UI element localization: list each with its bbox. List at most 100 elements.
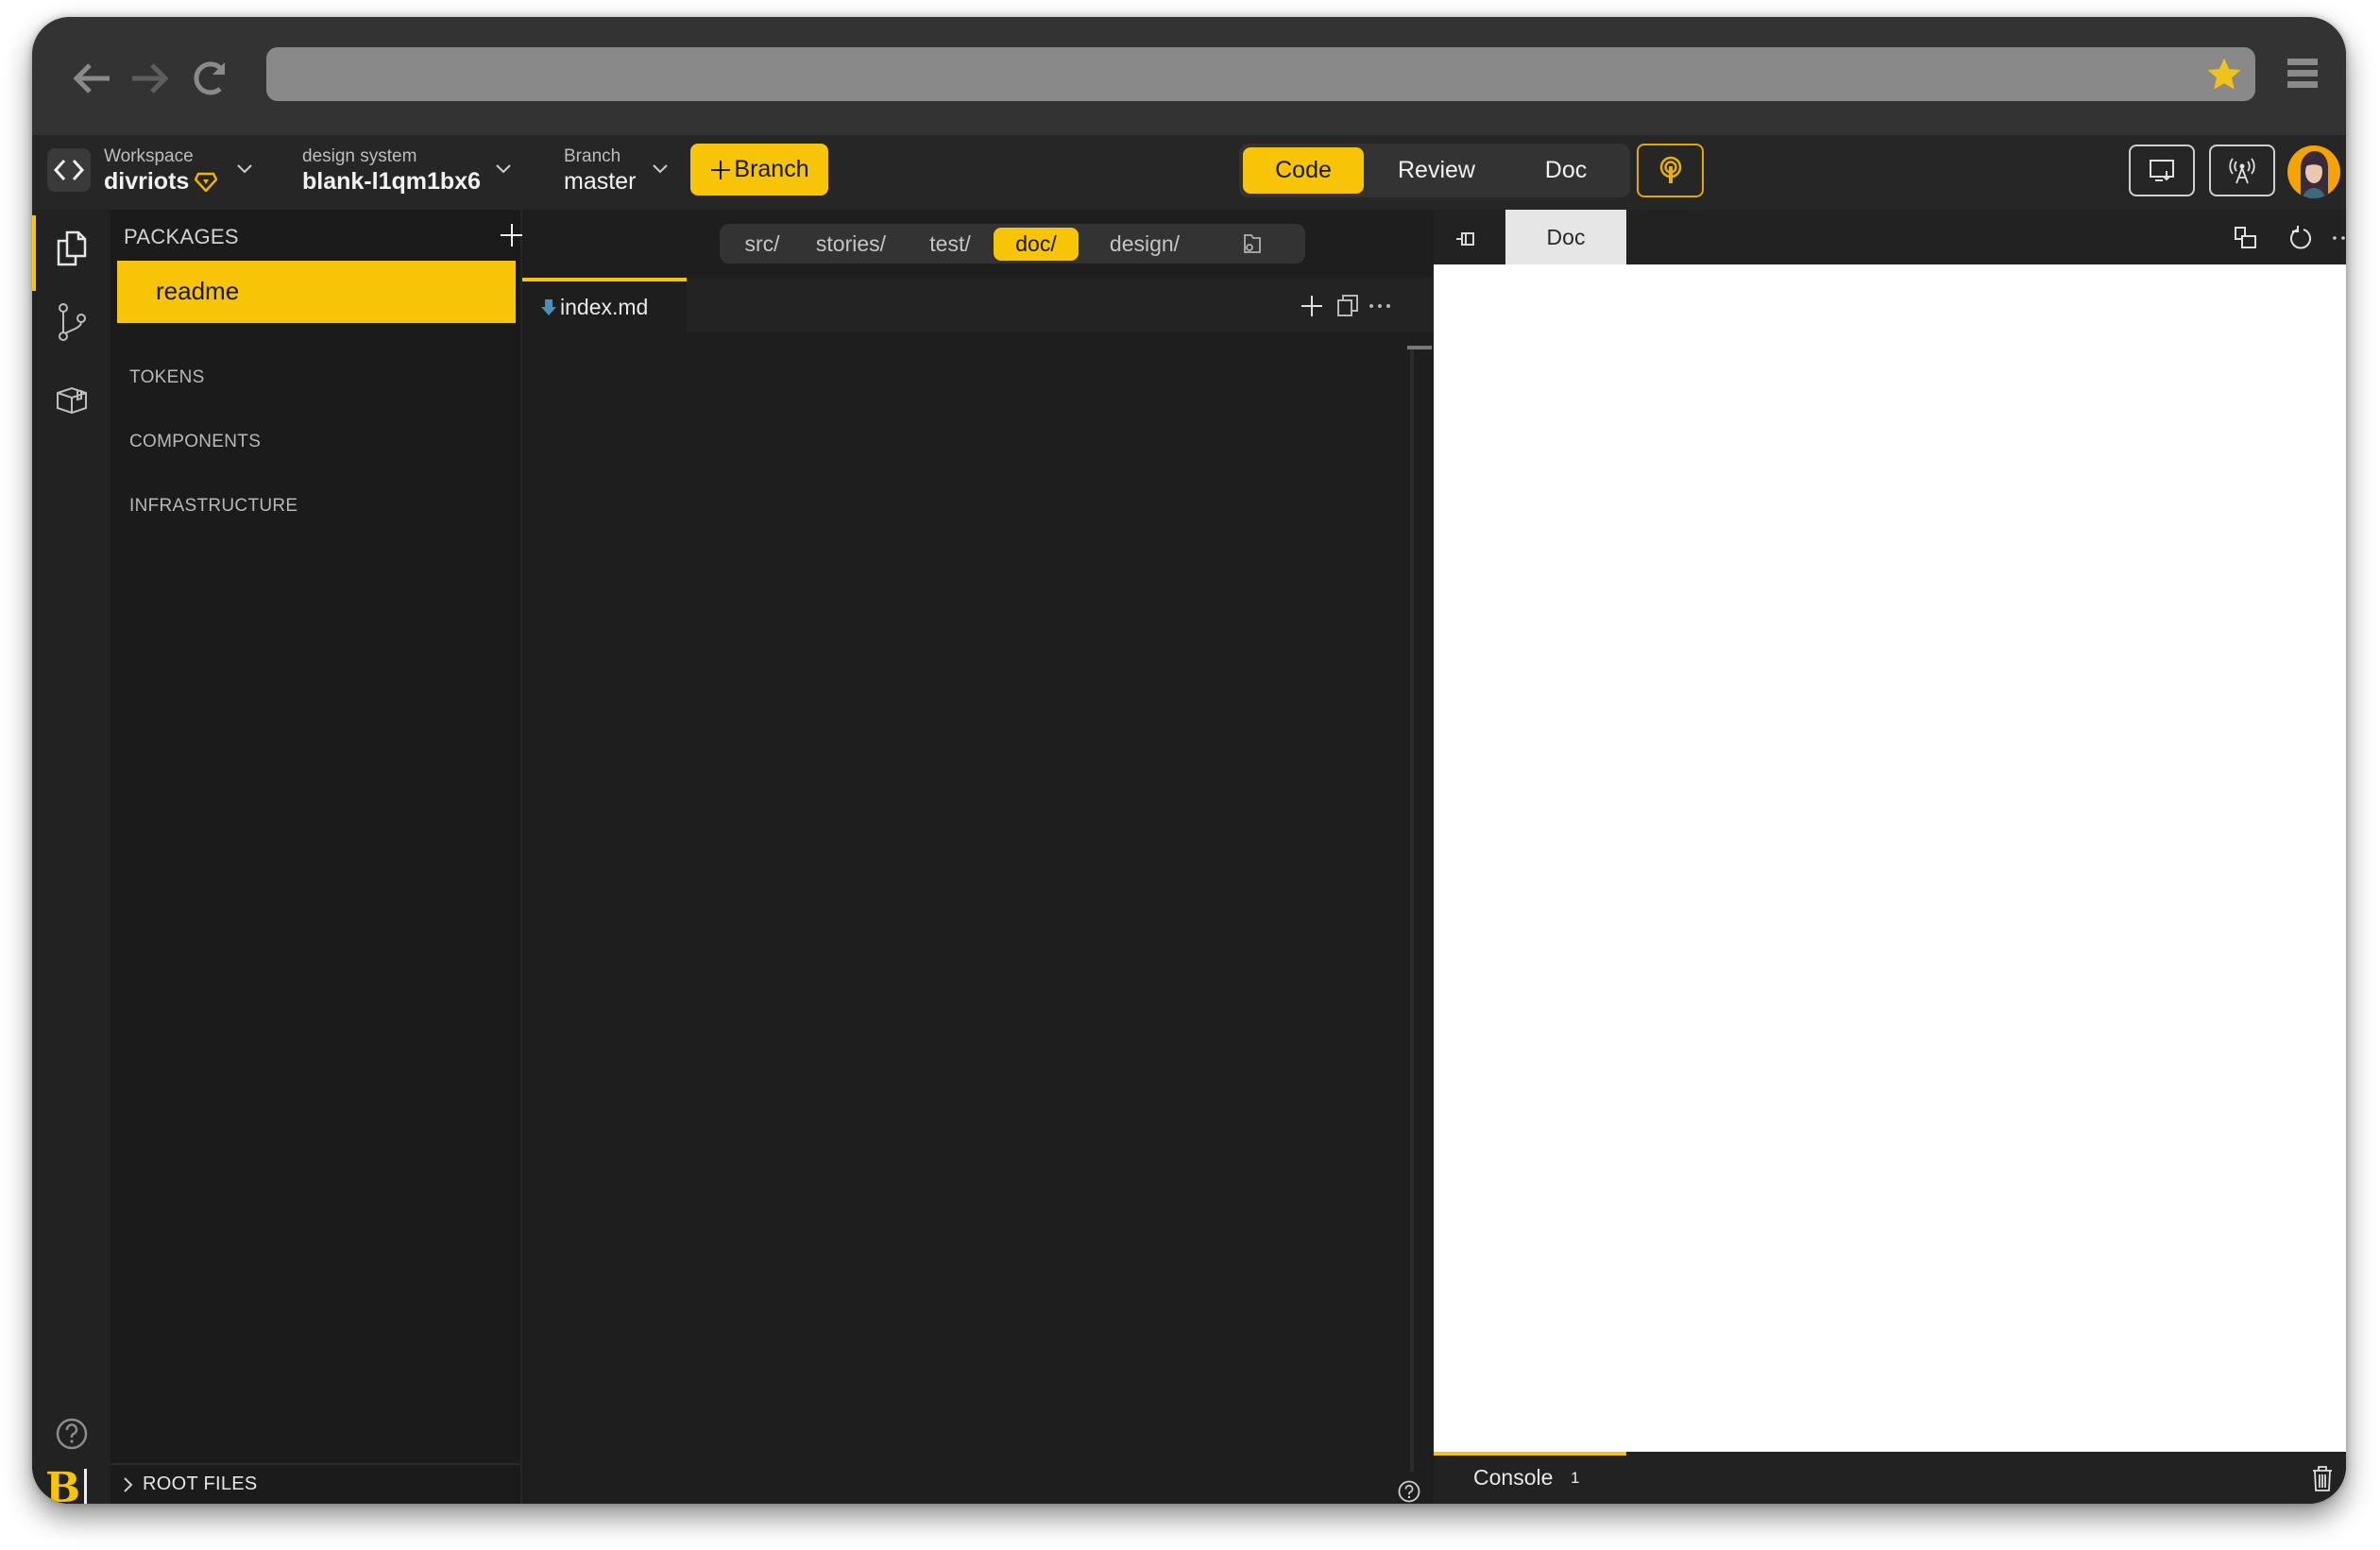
new-file-button[interactable] xyxy=(1295,289,1329,323)
new-branch-label: Branch xyxy=(734,156,809,182)
mode-tab-doc[interactable]: Doc xyxy=(1509,147,1623,194)
address-bar[interactable] xyxy=(266,47,2255,101)
help-circle-icon xyxy=(56,1418,87,1450)
back-button[interactable] xyxy=(68,55,115,102)
mode-tab-code[interactable]: Code xyxy=(1243,147,1364,194)
mode-switcher: Code Review Doc xyxy=(1239,144,1630,197)
sidebar-section-components[interactable]: COMPONENTS xyxy=(129,432,261,452)
package-box-icon xyxy=(56,386,87,414)
folder-tabs: src/ stories/ test/ doc/ design/ xyxy=(720,224,1305,264)
split-editor-button[interactable] xyxy=(1331,289,1365,323)
pin-icon[interactable] xyxy=(1453,225,1481,253)
preview-tab-doc[interactable]: Doc xyxy=(1505,210,1626,264)
monitor-download-icon xyxy=(2150,159,2174,181)
editor-more-button[interactable] xyxy=(1363,289,1397,323)
workspace-chevron-down-icon[interactable] xyxy=(234,158,255,179)
project-name: blank-l1qm1bx6 xyxy=(302,168,481,195)
more-horizontal-icon xyxy=(1369,304,1390,308)
workspace-name: divriots xyxy=(104,168,190,195)
more-horizontal-icon xyxy=(2333,236,2345,240)
hamburger-menu-icon[interactable] xyxy=(2287,59,2318,91)
browser-window: Workspace divriots design system blank-l… xyxy=(32,17,2346,1504)
user-avatar[interactable] xyxy=(2287,145,2340,198)
preview-pane: Doc Console 1 xyxy=(1434,210,2346,1504)
reload-button[interactable] xyxy=(186,55,233,102)
console-bar: Console 1 xyxy=(1434,1452,2346,1504)
sidebar-item-readme[interactable]: readme xyxy=(117,261,516,323)
avatar-portrait-icon xyxy=(2301,151,2328,198)
activity-bar: B xyxy=(32,210,110,1504)
plus-icon xyxy=(711,160,731,179)
brand-logo[interactable]: B xyxy=(45,1464,80,1504)
open-external-button[interactable] xyxy=(2231,223,2261,253)
folder-tab-doc[interactable]: doc/ xyxy=(994,227,1079,261)
copy-icon xyxy=(1337,295,1358,316)
root-files-label: ROOT FILES xyxy=(143,1473,258,1494)
refresh-icon xyxy=(2290,226,2311,249)
activity-packages[interactable] xyxy=(32,366,110,433)
app-header: Workspace divriots design system blank-l… xyxy=(32,135,2346,210)
branch-chevron-down-icon[interactable] xyxy=(650,158,671,179)
bookmark-star-icon[interactable] xyxy=(2204,55,2244,94)
git-branch-icon xyxy=(58,303,86,341)
files-icon xyxy=(57,230,86,266)
branch-name: master xyxy=(564,168,637,195)
refresh-preview-button[interactable] xyxy=(2286,223,2316,253)
project-selector[interactable]: design system blank-l1qm1bx6 xyxy=(302,146,481,196)
window-restore-icon xyxy=(2235,227,2256,248)
project-label: design system xyxy=(302,146,417,166)
console-tab[interactable]: Console xyxy=(1473,1465,1553,1490)
markdown-file-icon xyxy=(541,299,556,315)
console-count-badge: 1 xyxy=(1571,1469,1580,1487)
reload-icon xyxy=(194,61,225,95)
diamond-badge-icon xyxy=(195,172,218,192)
branch-label: Branch xyxy=(564,146,621,166)
help-button[interactable] xyxy=(32,1401,110,1467)
workspace-selector[interactable]: Workspace divriots xyxy=(104,146,218,196)
sidebar-section-tokens[interactable]: TOKENS xyxy=(129,367,205,388)
broadcast-button[interactable] xyxy=(2209,145,2275,196)
preview-more-button[interactable] xyxy=(2329,223,2346,253)
brand-logo-cursor xyxy=(84,1469,87,1504)
editor-pane: src/ stories/ test/ doc/ design/ index.m… xyxy=(522,210,1434,1504)
workspace-label: Workspace xyxy=(104,146,194,166)
folder-tab-stories[interactable]: stories/ xyxy=(795,228,907,261)
code-brackets-icon xyxy=(53,159,85,181)
podcast-icon xyxy=(1659,156,1681,183)
mode-tab-review[interactable]: Review xyxy=(1364,147,1509,194)
chevron-right-icon xyxy=(124,1476,133,1492)
antenna-icon xyxy=(2229,157,2255,183)
editor-scrollbar[interactable] xyxy=(1407,346,1432,349)
editor-scrollbar-track xyxy=(1410,348,1414,1472)
folder-settings-button[interactable] xyxy=(1233,228,1271,261)
editor-tab-bar: index.md xyxy=(522,278,1434,332)
sidebar-section-infrastructure[interactable]: INFRASTRUCTURE xyxy=(129,496,298,517)
activity-files[interactable] xyxy=(32,215,110,291)
folder-tab-design[interactable]: design/ xyxy=(1088,228,1201,261)
editor-tab-index-md[interactable]: index.md xyxy=(522,278,687,332)
activity-source-control[interactable] xyxy=(32,289,110,355)
live-broadcast-button[interactable] xyxy=(1637,144,1704,197)
plus-icon xyxy=(1301,296,1322,316)
editor-tab-label: index.md xyxy=(560,294,649,319)
packages-title: PACKAGES xyxy=(124,225,239,248)
code-logo-button[interactable] xyxy=(47,148,91,192)
new-branch-button[interactable]: Branch xyxy=(690,144,828,196)
root-files-toggle[interactable]: ROOT FILES xyxy=(110,1463,520,1504)
trash-icon[interactable] xyxy=(2310,1464,2335,1492)
branch-selector[interactable]: Branch master xyxy=(564,146,636,196)
back-arrow-icon xyxy=(73,63,110,94)
project-chevron-down-icon[interactable] xyxy=(493,158,514,179)
forward-arrow-icon xyxy=(132,63,169,94)
forward-button[interactable] xyxy=(127,55,174,102)
preview-tab-bar: Doc xyxy=(1434,210,2346,264)
console-active-indicator xyxy=(1434,1452,1626,1456)
packages-sidebar: PACKAGES readme TOKENS COMPONENTS INFRAS… xyxy=(110,210,523,1504)
folder-tab-src[interactable]: src/ xyxy=(735,228,790,261)
folder-gear-icon xyxy=(1244,234,1261,253)
screen-share-button[interactable] xyxy=(2129,145,2195,196)
browser-toolbar xyxy=(32,17,2346,135)
folder-tab-test[interactable]: test/ xyxy=(912,228,988,261)
editor-help-icon[interactable] xyxy=(1397,1479,1421,1504)
doc-preview-frame[interactable] xyxy=(1434,264,2346,1452)
